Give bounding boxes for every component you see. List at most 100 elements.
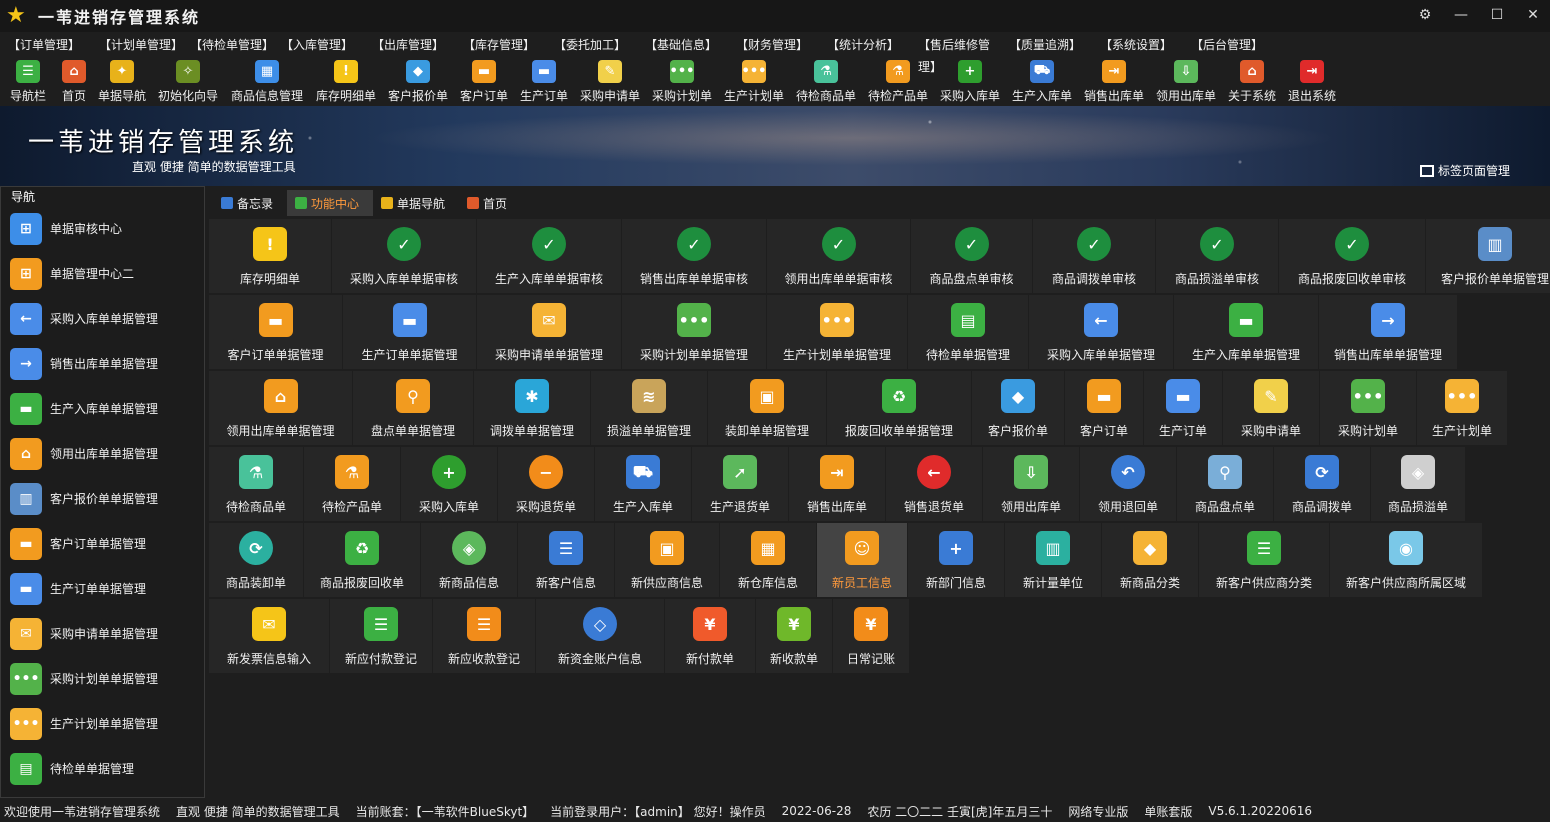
tab-item[interactable]: 功能中心 — [287, 190, 374, 216]
tab-manage-button[interactable]: 标签页面管理 — [1419, 162, 1510, 179]
function-tile[interactable]: ¥ 日常记账 — [833, 599, 909, 673]
function-tile[interactable]: ▣ 新供应商信息 — [615, 523, 719, 597]
toolbar-button[interactable]: ✧ 初始化向导 — [152, 58, 224, 104]
function-tile[interactable]: ◇ 新资金账户信息 — [536, 599, 664, 673]
toolbar-button[interactable]: ▬ 客户订单 — [454, 58, 514, 104]
function-tile[interactable]: ⇩ 领用出库单 — [983, 447, 1079, 521]
function-tile[interactable]: → 销售出库单单据管理 — [1319, 295, 1457, 369]
function-tile[interactable]: − 采购退货单 — [498, 447, 594, 521]
function-tile[interactable]: ▥ 新计量单位 — [1005, 523, 1101, 597]
function-tile[interactable]: ✓ 商品盘点单审核 — [911, 219, 1032, 293]
sidebar-item[interactable]: ▤ 待检单单据管理 — [1, 746, 204, 791]
function-tile[interactable]: ▣ 装卸单单据管理 — [708, 371, 826, 445]
function-tile[interactable]: ✓ 领用出库单单据审核 — [767, 219, 910, 293]
function-tile[interactable]: ☰ 新应收款登记 — [433, 599, 535, 673]
function-tile[interactable]: ▦ 新仓库信息 — [720, 523, 816, 597]
tab-item[interactable]: 备忘录 — [213, 190, 287, 216]
function-tile[interactable]: ▬ 客户订单单据管理 — [209, 295, 342, 369]
function-tile[interactable]: ⚗ 待检产品单 — [304, 447, 400, 521]
function-tile[interactable]: ✱ 调拨单单据管理 — [474, 371, 590, 445]
function-tile[interactable]: ✉ 新发票信息输入 — [209, 599, 329, 673]
toolbar-button[interactable]: ⇥ 销售出库单 — [1078, 58, 1150, 104]
toolbar-button[interactable]: ✦ 单据导航 — [92, 58, 152, 104]
minimize-icon[interactable]: — — [1452, 6, 1470, 24]
sidebar-item[interactable]: ⊞ 单据管理中心二 — [1, 251, 204, 296]
menu-item[interactable]: 【基础信息】 — [637, 34, 728, 56]
close-icon[interactable]: ✕ — [1524, 6, 1542, 24]
menu-item[interactable]: 【统计分析】 — [819, 34, 910, 56]
function-tile[interactable]: ⟳ 商品装卸单 — [209, 523, 303, 597]
function-tile[interactable]: ¥ 新收款单 — [756, 599, 832, 673]
function-tile[interactable]: ◉ 新客户供应商所属区域 — [1330, 523, 1482, 597]
function-tile[interactable]: ✓ 销售出库单单据审核 — [622, 219, 766, 293]
menu-item[interactable]: 【计划单管理】 — [91, 34, 183, 56]
toolbar-button[interactable]: ⚗ 待检产品单 — [862, 58, 934, 104]
sidebar-item[interactable]: ⌂ 领用出库单单据管理 — [1, 431, 204, 476]
tab-item[interactable]: 首页 — [459, 190, 521, 216]
function-tile[interactable]: + 新部门信息 — [908, 523, 1004, 597]
function-tile[interactable]: ✓ 生产入库单单据审核 — [477, 219, 621, 293]
function-tile[interactable]: ≋ 损溢单单据管理 — [591, 371, 707, 445]
menu-item[interactable]: 【售后维修管理】 — [910, 34, 1001, 74]
sidebar-item[interactable]: ← 采购入库单单据管理 — [1, 296, 204, 341]
function-tile[interactable]: ← 采购入库单单据管理 — [1029, 295, 1173, 369]
function-tile[interactable]: ☰ 新应付款登记 — [330, 599, 432, 673]
maximize-icon[interactable]: ☐ — [1488, 6, 1506, 24]
function-tile[interactable]: ⇥ 销售出库单 — [789, 447, 885, 521]
menu-item[interactable]: 【入库管理】 — [273, 34, 364, 56]
menu-item[interactable]: 【订单管理】 — [0, 34, 91, 56]
toolbar-button[interactable]: ⇩ 领用出库单 — [1150, 58, 1222, 104]
toolbar-button[interactable]: ! 库存明细单 — [310, 58, 382, 104]
function-tile[interactable]: ▬ 生产入库单单据管理 — [1174, 295, 1318, 369]
sidebar-item[interactable]: ▬ 生产订单单据管理 — [1, 566, 204, 611]
function-tile[interactable]: + 采购入库单 — [401, 447, 497, 521]
function-tile[interactable]: ⚲ 商品盘点单 — [1177, 447, 1273, 521]
function-tile[interactable]: ◈ 新商品信息 — [421, 523, 517, 597]
function-tile[interactable]: ▬ 生产订单单据管理 — [343, 295, 476, 369]
menu-item[interactable]: 【出库管理】 — [364, 34, 455, 56]
settings-gear-icon[interactable]: ⚙ — [1416, 6, 1434, 24]
function-tile[interactable]: ← 销售退货单 — [886, 447, 982, 521]
function-tile[interactable]: ✓ 商品调拨单审核 — [1033, 219, 1155, 293]
function-tile[interactable]: ! 库存明细单 — [209, 219, 331, 293]
function-tile[interactable]: ✉ 采购申请单单据管理 — [477, 295, 621, 369]
sidebar-item[interactable]: ▬ 客户订单单据管理 — [1, 521, 204, 566]
function-tile[interactable]: ♻ 报废回收单单据管理 — [827, 371, 971, 445]
toolbar-button[interactable]: ⇥ 退出系统 — [1282, 58, 1342, 104]
toolbar-button[interactable]: ⌂ 关于系统 — [1222, 58, 1282, 104]
menu-item[interactable]: 【质量追溯】 — [1001, 34, 1092, 56]
function-tile[interactable]: ⟳ 商品调拨单 — [1274, 447, 1370, 521]
function-tile[interactable]: ▤ 待检单单据管理 — [908, 295, 1028, 369]
function-tile[interactable]: ➚ 生产退货单 — [692, 447, 788, 521]
function-tile[interactable]: ⚗ 待检商品单 — [209, 447, 303, 521]
function-tile[interactable]: ◆ 客户报价单 — [972, 371, 1064, 445]
function-tile[interactable]: ••• 生产计划单单据管理 — [767, 295, 907, 369]
function-tile[interactable]: ☰ 新客户供应商分类 — [1199, 523, 1329, 597]
function-tile[interactable]: ••• 采购计划单 — [1320, 371, 1416, 445]
toolbar-button[interactable]: ⌂ 首页 — [56, 58, 92, 104]
function-tile[interactable]: ⌂ 领用出库单单据管理 — [209, 371, 352, 445]
function-tile[interactable]: ↶ 领用退回单 — [1080, 447, 1176, 521]
toolbar-button[interactable]: ▦ 商品信息管理 — [224, 58, 310, 104]
toolbar-button[interactable]: ⚗ 待检商品单 — [790, 58, 862, 104]
function-tile[interactable]: ✓ 采购入库单单据审核 — [332, 219, 476, 293]
toolbar-button[interactable]: ⛟ 生产入库单 — [1006, 58, 1078, 104]
menu-item[interactable]: 【库存管理】 — [455, 34, 546, 56]
sidebar-item[interactable]: ⊞ 单据审核中心 — [1, 206, 204, 251]
tab-item[interactable]: 单据导航 — [373, 190, 459, 216]
function-tile[interactable]: ⚲ 盘点单单据管理 — [353, 371, 473, 445]
toolbar-button[interactable]: ☰ 导航栏 — [0, 58, 56, 104]
function-tile[interactable]: ••• 生产计划单 — [1417, 371, 1507, 445]
function-tile[interactable]: ••• 采购计划单单据管理 — [622, 295, 766, 369]
function-tile[interactable]: ▬ 生产订单 — [1144, 371, 1222, 445]
function-tile[interactable]: ♻ 商品报废回收单 — [304, 523, 420, 597]
toolbar-button[interactable]: ◆ 客户报价单 — [382, 58, 454, 104]
sidebar-item[interactable]: ••• 生产计划单单据管理 — [1, 701, 204, 746]
function-tile[interactable]: ▥ 客户报价单单据管理 — [1426, 219, 1550, 293]
function-tile[interactable]: ☺ 新员工信息 — [817, 523, 907, 597]
function-tile[interactable]: ✎ 采购申请单 — [1223, 371, 1319, 445]
sidebar-item[interactable]: ▬ 生产入库单单据管理 — [1, 386, 204, 431]
menu-item[interactable]: 【系统设置】 — [1092, 34, 1183, 56]
toolbar-button[interactable]: ✎ 采购申请单 — [574, 58, 646, 104]
menu-item[interactable]: 【待检单管理】 — [182, 34, 274, 56]
